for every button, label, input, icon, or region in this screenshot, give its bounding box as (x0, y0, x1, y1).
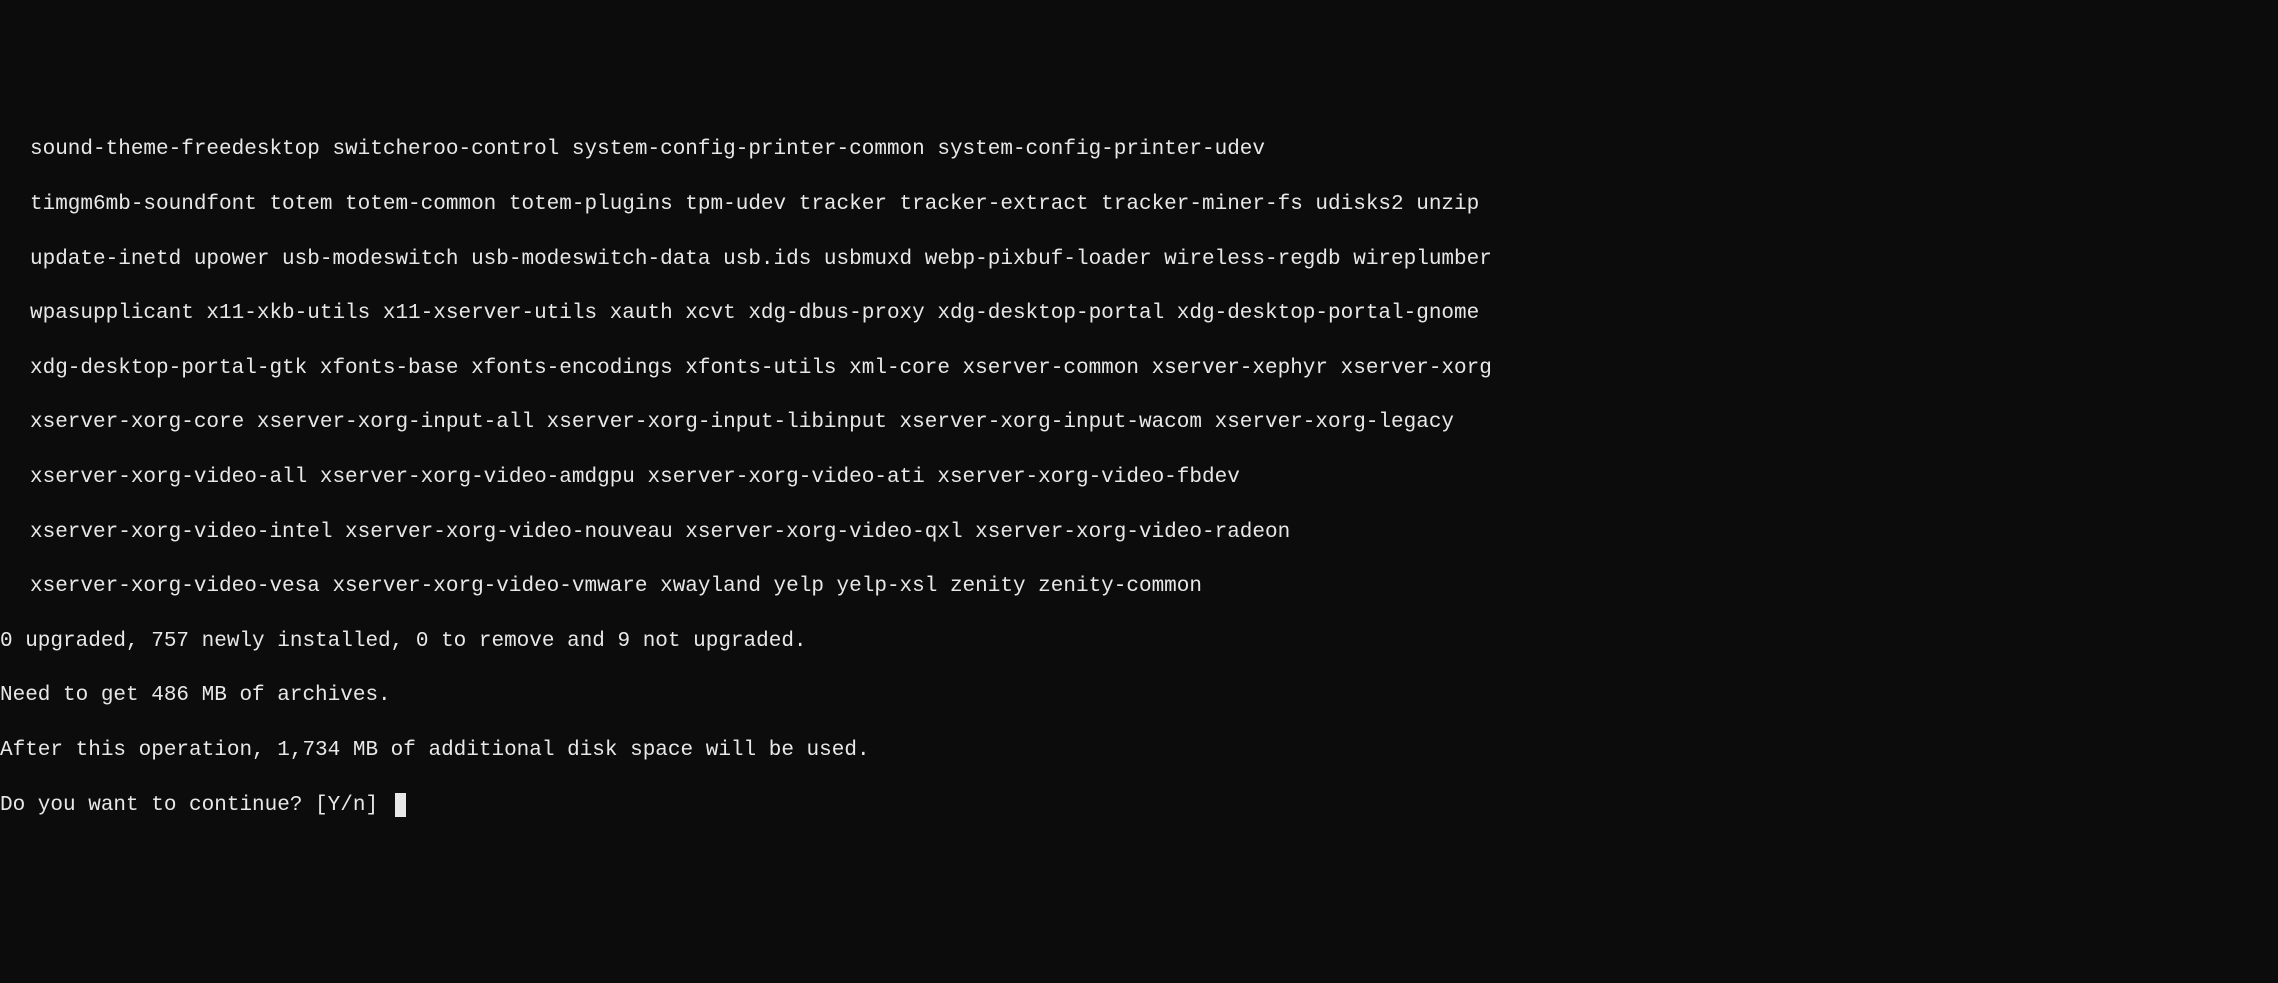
package-list-line: xserver-xorg-video-all xserver-xorg-vide… (0, 464, 2278, 491)
upgrade-summary: 0 upgraded, 757 newly installed, 0 to re… (0, 628, 2278, 655)
package-list-line: xserver-xorg-core xserver-xorg-input-all… (0, 409, 2278, 436)
disk-space: After this operation, 1,734 MB of additi… (0, 737, 2278, 764)
package-list-line: timgm6mb-soundfont totem totem-common to… (0, 191, 2278, 218)
package-list-line: wpasupplicant x11-xkb-utils x11-xserver-… (0, 300, 2278, 327)
package-list-line: xserver-xorg-video-vesa xserver-xorg-vid… (0, 573, 2278, 600)
continue-prompt[interactable]: Do you want to continue? [Y/n] (0, 792, 2278, 819)
package-list-line: xdg-desktop-portal-gtk xfonts-base xfont… (0, 355, 2278, 382)
terminal-output: sound-theme-freedesktop switcheroo-contr… (0, 109, 2278, 846)
download-size: Need to get 486 MB of archives. (0, 682, 2278, 709)
cursor-icon (395, 793, 406, 817)
package-list-line: update-inetd upower usb-modeswitch usb-m… (0, 246, 2278, 273)
prompt-text: Do you want to continue? [Y/n] (0, 792, 391, 819)
package-list-line: xserver-xorg-video-intel xserver-xorg-vi… (0, 519, 2278, 546)
package-list-line: sound-theme-freedesktop switcheroo-contr… (0, 136, 2278, 163)
